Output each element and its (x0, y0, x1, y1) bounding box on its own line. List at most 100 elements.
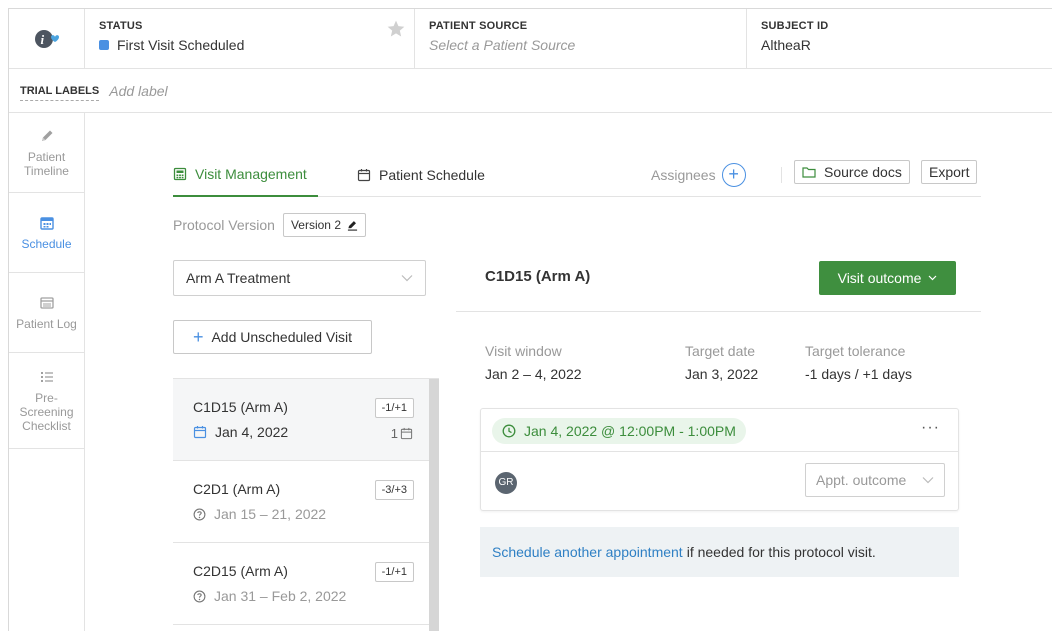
add-label-input[interactable]: Add label (109, 83, 167, 99)
patient-source-label: PATIENT SOURCE (429, 20, 528, 32)
tab-patient-schedule[interactable]: Patient Schedule (357, 153, 485, 197)
more-options-icon[interactable]: ··· (921, 419, 940, 437)
clock-icon (502, 424, 516, 438)
appointment-time: Jan 4, 2022 @ 12:00PM - 1:00PM (524, 423, 736, 439)
question-circle-icon (193, 590, 206, 602)
appt-outcome-placeholder: Appt. outcome (816, 472, 907, 488)
add-unscheduled-visit-button[interactable]: + Add Unscheduled Visit (173, 320, 372, 354)
subject-id-value: AltheaR (761, 37, 811, 53)
protocol-version: Protocol Version Version 2 (173, 213, 366, 237)
sidebar-item-pre-screening-checklist[interactable]: Pre-Screening Checklist (9, 353, 84, 449)
sidebar-item-label: Pre-Screening Checklist (19, 390, 74, 433)
sidebar-item-patient-log[interactable]: Patient Log (9, 273, 84, 353)
logo-icon: i (34, 30, 59, 48)
list-item-visit[interactable]: C2D15 (Arm A) -1/+1 Jan 31 – Feb 2, 2022 (173, 543, 429, 625)
calculator-icon (173, 167, 187, 181)
tab-label: Visit Management (195, 166, 307, 182)
export-label: Export (929, 164, 970, 180)
trial-labels-row: TRIAL LABELS Add label (9, 69, 1052, 113)
visit-window-label: Visit window (485, 343, 562, 359)
tolerance-badge: -1/+1 (374, 562, 414, 582)
avatar[interactable]: GR (495, 472, 517, 494)
sidebar-item-label: Patient Timeline (24, 149, 69, 178)
calendar-outline-icon (357, 169, 371, 182)
visit-date: Jan 4, 2022 (215, 424, 289, 440)
plus-icon: + (192, 326, 204, 347)
sidebar-item-patient-timeline[interactable]: Patient Timeline (9, 113, 84, 193)
target-tolerance-value: -1 days / +1 days (805, 366, 913, 382)
visit-detail-header: C1D15 (Arm A) Visit outcome (456, 250, 981, 312)
chevron-down-icon (928, 275, 937, 281)
pencil-icon (41, 130, 52, 141)
appointment-card: Jan 4, 2022 @ 12:00PM - 1:00PM ··· GR Ap… (480, 408, 959, 511)
sidebar: Patient Timeline Schedule Patient Log Pr… (9, 113, 85, 631)
add-visit-label: Add Unscheduled Visit (211, 329, 353, 345)
status-label: STATUS (99, 20, 143, 32)
visit-window-value: Jan 2 – 4, 2022 (485, 366, 582, 382)
folder-icon (802, 167, 816, 178)
trial-labels-label: TRIAL LABELS (20, 85, 100, 101)
patient-source-field[interactable]: PATIENT SOURCE Select a Patient Source (415, 9, 747, 69)
svg-text:i: i (40, 32, 44, 47)
chevron-down-icon (401, 275, 413, 282)
add-assignee-button[interactable]: + (721, 163, 746, 187)
tolerance-badge: -1/+1 (374, 398, 414, 418)
source-docs-button[interactable]: Source docs (794, 160, 910, 184)
calendar-icon (193, 426, 207, 439)
main-content: Visit Management Patient Schedule Assign… (86, 113, 1052, 631)
arm-select-value: Arm A Treatment (186, 270, 291, 286)
schedule-note-text: if needed for this protocol visit. (686, 544, 876, 560)
target-tolerance-label: Target tolerance (805, 343, 906, 359)
schedule-another-link[interactable]: Schedule another appointment (492, 544, 683, 560)
visit-outcome-label: Visit outcome (837, 270, 922, 286)
checklist-icon (40, 371, 53, 382)
export-button[interactable]: Export (921, 160, 978, 184)
question-circle-icon (193, 508, 206, 520)
visit-list-scrollbar[interactable] (429, 379, 439, 631)
sidebar-item-label: Patient Log (16, 316, 77, 331)
tab-visit-management[interactable]: Visit Management (173, 153, 318, 197)
appointment-count: 1 (391, 426, 413, 441)
patient-header: i STATUS First Visit Scheduled PATIENT S… (9, 9, 1052, 69)
subject-id-label: SUBJECT ID (761, 20, 829, 32)
source-docs-label: Source docs (824, 164, 902, 180)
tab-bar: Visit Management Patient Schedule Assign… (173, 153, 981, 197)
app-logo[interactable]: i (9, 9, 85, 69)
subject-id-field: SUBJECT ID AltheaR (747, 9, 1052, 69)
appointment-count-value: 1 (390, 426, 398, 441)
arm-select[interactable]: Arm A Treatment (173, 260, 426, 296)
log-icon (39, 296, 54, 309)
version-value: Version 2 (290, 218, 341, 232)
status-field[interactable]: STATUS First Visit Scheduled (85, 9, 415, 69)
visit-list: C1D15 (Arm A) -1/+1 Jan 4, 2022 1 C2D1 (… (173, 378, 439, 631)
list-item-visit[interactable]: C2D1 (Arm A) -3/+3 Jan 15 – 21, 2022 (173, 461, 429, 543)
status-value: First Visit Scheduled (117, 37, 245, 53)
assignees-label: Assignees (651, 167, 716, 183)
assignees: Assignees + (651, 163, 746, 187)
status-color-indicator (99, 40, 109, 50)
divider (781, 167, 782, 183)
target-date-label: Target date (685, 343, 756, 359)
list-item-visit[interactable]: C1D15 (Arm A) -1/+1 Jan 4, 2022 1 (173, 379, 429, 461)
calendar-outline-icon (400, 427, 413, 440)
sidebar-item-schedule[interactable]: Schedule (9, 193, 84, 273)
tab-label: Patient Schedule (379, 167, 485, 183)
visit-date: Jan 31 – Feb 2, 2022 (214, 588, 347, 604)
visit-detail-title: C1D15 (Arm A) (485, 268, 591, 285)
schedule-another-note: Schedule another appointment if needed f… (480, 527, 959, 577)
patient-source-placeholder: Select a Patient Source (429, 37, 576, 53)
chevron-down-icon (922, 477, 934, 484)
app-window: i STATUS First Visit Scheduled PATIENT S… (8, 8, 1052, 631)
appt-outcome-select[interactable]: Appt. outcome (805, 463, 945, 497)
calendar-icon (39, 216, 54, 230)
edit-pencil-icon (347, 220, 358, 231)
sidebar-item-label: Schedule (21, 236, 72, 251)
visit-outcome-button[interactable]: Visit outcome (819, 261, 956, 295)
version-select-button[interactable]: Version 2 (282, 213, 366, 237)
tolerance-badge: -3/+3 (374, 480, 414, 500)
appointment-time-pill[interactable]: Jan 4, 2022 @ 12:00PM - 1:00PM (492, 418, 746, 444)
protocol-version-label: Protocol Version (173, 217, 275, 233)
target-date-value: Jan 3, 2022 (685, 366, 759, 382)
visit-date: Jan 15 – 21, 2022 (214, 506, 327, 522)
star-icon[interactable] (386, 19, 406, 39)
